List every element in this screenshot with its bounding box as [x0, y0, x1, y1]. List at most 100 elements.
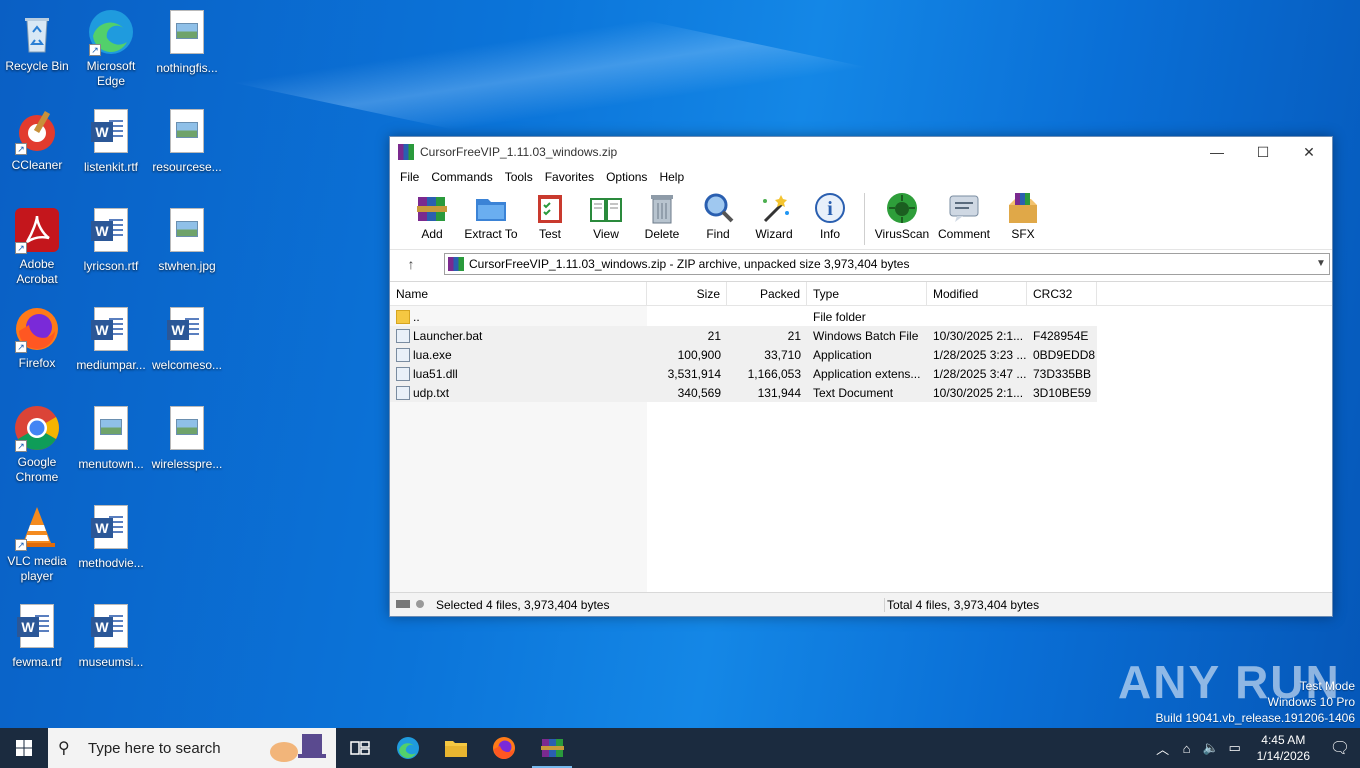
- start-button[interactable]: [0, 728, 48, 768]
- desktop-icon-adobe-acrobat[interactable]: ↗ Adobe Acrobat: [0, 206, 74, 287]
- search-icon: ⚲: [58, 740, 70, 757]
- taskbar-file-explorer[interactable]: [432, 728, 480, 768]
- desktop-icon-mediumpar[interactable]: W mediumpar...: [74, 305, 148, 373]
- address-bar: ↑ CursorFreeVIP_1.11.03_windows.zip - ZI…: [390, 249, 1332, 277]
- trash-icon: [645, 191, 679, 225]
- toolbar: Add Extract To Test View Delete Find Wiz…: [390, 187, 1332, 249]
- comment-button[interactable]: Comment: [933, 191, 995, 241]
- menu-commands[interactable]: Commands: [425, 170, 498, 184]
- column-crc32[interactable]: CRC32: [1027, 281, 1097, 306]
- desktop-icon-fewma[interactable]: W fewma.rtf: [0, 602, 74, 670]
- winrar-window[interactable]: CursorFreeVIP_1.11.03_windows.zip — ☐ ✕ …: [389, 136, 1333, 617]
- info-button[interactable]: i Info: [802, 191, 858, 241]
- desktop-icon-resourcese[interactable]: resourcese...: [150, 107, 224, 175]
- volume-icon[interactable]: 🔈: [1199, 740, 1223, 756]
- extract-to-button[interactable]: Extract To: [460, 191, 522, 241]
- desktop-icon-menutown[interactable]: menutown...: [74, 404, 148, 472]
- firefox-icon: [493, 737, 515, 759]
- edge-icon: [397, 737, 419, 759]
- image-file-icon: [87, 406, 135, 454]
- desktop-icon-microsoft-edge[interactable]: ↗ Microsoft Edge: [74, 8, 148, 89]
- wizard-button[interactable]: Wizard: [746, 191, 802, 241]
- desktop-icon-nothingfis[interactable]: nothingfis...: [150, 8, 224, 76]
- magnifier-icon: [701, 191, 735, 225]
- menu-file[interactable]: File: [394, 170, 425, 184]
- title-bar[interactable]: CursorFreeVIP_1.11.03_windows.zip — ☐ ✕: [390, 137, 1332, 167]
- system-tray: ︿ ⌂ 🔈 ▭ 4:45 AM 1/14/2026 🗨: [1151, 728, 1360, 768]
- word-document-icon: W: [87, 109, 135, 157]
- info-icon: i: [813, 191, 847, 225]
- status-total: Total 4 files, 3,973,404 bytes: [887, 597, 1040, 612]
- archive-path-combo[interactable]: CursorFreeVIP_1.11.03_windows.zip - ZIP …: [444, 252, 1330, 275]
- network-icon[interactable]: ▭: [1223, 740, 1247, 756]
- desktop-icon-vlc[interactable]: ↗ VLC media player: [0, 503, 74, 584]
- virusscan-button[interactable]: VirusScan: [871, 191, 933, 241]
- taskbar-winrar[interactable]: [528, 728, 576, 768]
- maximize-button[interactable]: ☐: [1240, 137, 1286, 167]
- chevron-down-icon[interactable]: ▼: [1313, 258, 1329, 269]
- word-document-icon: W: [87, 604, 135, 652]
- menu-help[interactable]: Help: [653, 170, 690, 184]
- column-modified[interactable]: Modified: [927, 281, 1027, 306]
- taskbar-search[interactable]: ⚲ Type here to search: [48, 728, 336, 768]
- menu-options[interactable]: Options: [600, 170, 653, 184]
- search-highlight-icon: [270, 734, 326, 762]
- column-name[interactable]: Name: [390, 281, 647, 306]
- taskbar-edge[interactable]: [384, 728, 432, 768]
- firefox-icon: ↗: [13, 305, 61, 353]
- view-button[interactable]: View: [578, 191, 634, 241]
- desktop-icon-google-chrome[interactable]: ↗ Google Chrome: [0, 404, 74, 485]
- up-arrow-icon[interactable]: ↑: [396, 256, 426, 272]
- table-row-parent[interactable]: .. File folder: [390, 307, 1332, 326]
- chevron-up-icon[interactable]: ︿: [1151, 739, 1175, 758]
- table-row[interactable]: udp.txt 340,569 131,944 Text Document 10…: [390, 383, 1097, 402]
- add-button[interactable]: Add: [404, 191, 460, 241]
- column-headers: Name Size Packed Type Modified CRC32: [390, 281, 1332, 306]
- desktop-icon-recycle-bin[interactable]: Recycle Bin: [0, 8, 74, 74]
- image-file-icon: [163, 208, 211, 256]
- window-title: CursorFreeVIP_1.11.03_windows.zip: [420, 145, 618, 159]
- desktop-icon-ccleaner[interactable]: ↗ CCleaner: [0, 107, 74, 173]
- table-row[interactable]: Launcher.bat 21 21 Windows Batch File 10…: [390, 326, 1097, 345]
- desktop-icon-listenkit[interactable]: W listenkit.rtf: [74, 107, 148, 175]
- desktop-icon-methodvie[interactable]: W methodvie...: [74, 503, 148, 571]
- batch-file-icon: [396, 328, 410, 343]
- task-view-icon: [350, 741, 370, 755]
- minimize-button[interactable]: —: [1194, 137, 1240, 167]
- image-file-icon: [163, 10, 211, 58]
- sfx-button[interactable]: SFX: [995, 191, 1051, 241]
- close-button[interactable]: ✕: [1286, 137, 1332, 167]
- notification-icon[interactable]: 🗨: [1320, 738, 1360, 758]
- desktop-icon-lyricson[interactable]: W lyricson.rtf: [74, 206, 148, 274]
- column-size[interactable]: Size: [647, 281, 727, 306]
- column-type[interactable]: Type: [807, 281, 927, 306]
- vlc-icon: ↗: [13, 503, 61, 551]
- delete-button[interactable]: Delete: [634, 191, 690, 241]
- word-document-icon: W: [13, 604, 61, 652]
- task-view-button[interactable]: [336, 728, 384, 768]
- menu-favorites[interactable]: Favorites: [539, 170, 600, 184]
- word-document-icon: W: [87, 307, 135, 355]
- column-packed[interactable]: Packed: [727, 281, 807, 306]
- menu-tools[interactable]: Tools: [499, 170, 539, 184]
- desktop-icon-firefox[interactable]: ↗ Firefox: [0, 305, 74, 371]
- word-document-icon: W: [87, 505, 135, 553]
- test-mode-watermark: Test Mode Windows 10 Pro Build 19041.vb_…: [1155, 679, 1356, 725]
- test-button[interactable]: Test: [522, 191, 578, 241]
- folder-icon: [396, 309, 410, 324]
- exe-file-icon: [396, 347, 410, 362]
- network-share-icon[interactable]: ⌂: [1175, 741, 1199, 756]
- clock[interactable]: 4:45 AM 1/14/2026: [1247, 732, 1320, 764]
- menu-bar: File Commands Tools Favorites Options He…: [390, 167, 1332, 187]
- desktop-icon-museumsi[interactable]: W museumsi...: [74, 602, 148, 670]
- table-row[interactable]: lua.exe 100,900 33,710 Application 1/28/…: [390, 345, 1097, 364]
- desktop-icon-stwhen[interactable]: stwhen.jpg: [150, 206, 224, 274]
- file-list[interactable]: Name Size Packed Type Modified CRC32 .. …: [390, 281, 1332, 594]
- folder-icon: [445, 741, 467, 757]
- desktop-icon-wirelesspre[interactable]: wirelesspre...: [150, 404, 224, 472]
- taskbar-firefox[interactable]: [480, 728, 528, 768]
- windows-logo-icon: [16, 740, 32, 756]
- table-row[interactable]: lua51.dll 3,531,914 1,166,053 Applicatio…: [390, 364, 1097, 383]
- find-button[interactable]: Find: [690, 191, 746, 241]
- desktop-icon-welcomeso[interactable]: W welcomeso...: [150, 305, 224, 373]
